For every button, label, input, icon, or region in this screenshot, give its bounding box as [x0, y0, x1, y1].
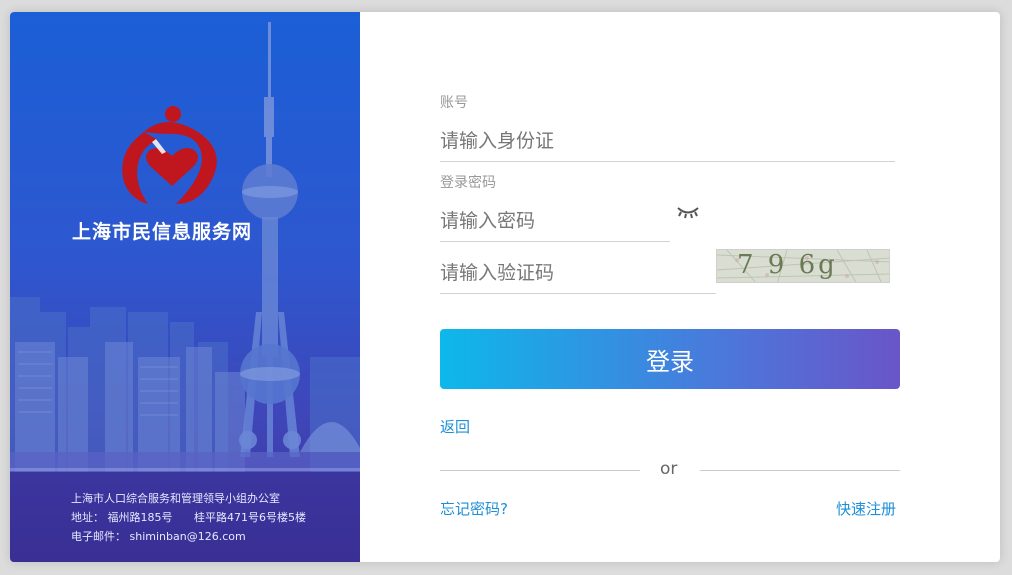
address-2: 桂平路471号6号楼5楼: [194, 511, 306, 524]
office-email: 电子邮件： shiminban@126.com: [71, 527, 306, 546]
brand-panel: 上海市民信息服务网 上海市人口综合服务和管理领导小组办公室 地址： 福州路185…: [10, 12, 360, 562]
divider-right: [700, 470, 900, 471]
office-address: 地址： 福州路185号 桂平路471号6号楼5楼: [71, 508, 306, 527]
email-value: shiminban@126.com: [129, 530, 246, 543]
site-name: 上海市民信息服务网: [72, 221, 253, 243]
office-name: 上海市人口综合服务和管理领导小组办公室: [71, 492, 280, 505]
office-info: 上海市人口综合服务和管理领导小组办公室 地址： 福州路185号 桂平路471号6…: [71, 489, 306, 546]
address-label: 地址：: [71, 511, 104, 524]
login-button[interactable]: 登录: [440, 329, 900, 389]
register-link[interactable]: 快速注册: [836, 498, 896, 519]
back-link[interactable]: 返回: [440, 416, 470, 437]
or-separator: or: [660, 459, 678, 479]
password-label: 登录密码: [440, 175, 496, 191]
shanghai-logo-icon: [122, 106, 217, 204]
divider-left: [440, 470, 640, 471]
city-skyline-illustration: [10, 22, 360, 562]
account-input[interactable]: [440, 120, 895, 162]
address-1: 福州路185号: [107, 511, 173, 524]
captcha-input[interactable]: [440, 252, 716, 294]
captcha-text: 7 9 6g: [737, 250, 838, 280]
login-form: 账号 登录密码: [360, 12, 1000, 562]
account-label: 账号: [440, 95, 468, 111]
login-card: 上海市民信息服务网 上海市人口综合服务和管理领导小组办公室 地址： 福州路185…: [10, 12, 1000, 562]
forgot-password-link[interactable]: 忘记密码?: [440, 498, 508, 519]
eye-closed-icon[interactable]: [676, 205, 700, 219]
password-input[interactable]: [440, 200, 670, 242]
captcha-image[interactable]: 7 9 6g: [716, 249, 890, 283]
email-label: 电子邮件：: [71, 530, 126, 543]
